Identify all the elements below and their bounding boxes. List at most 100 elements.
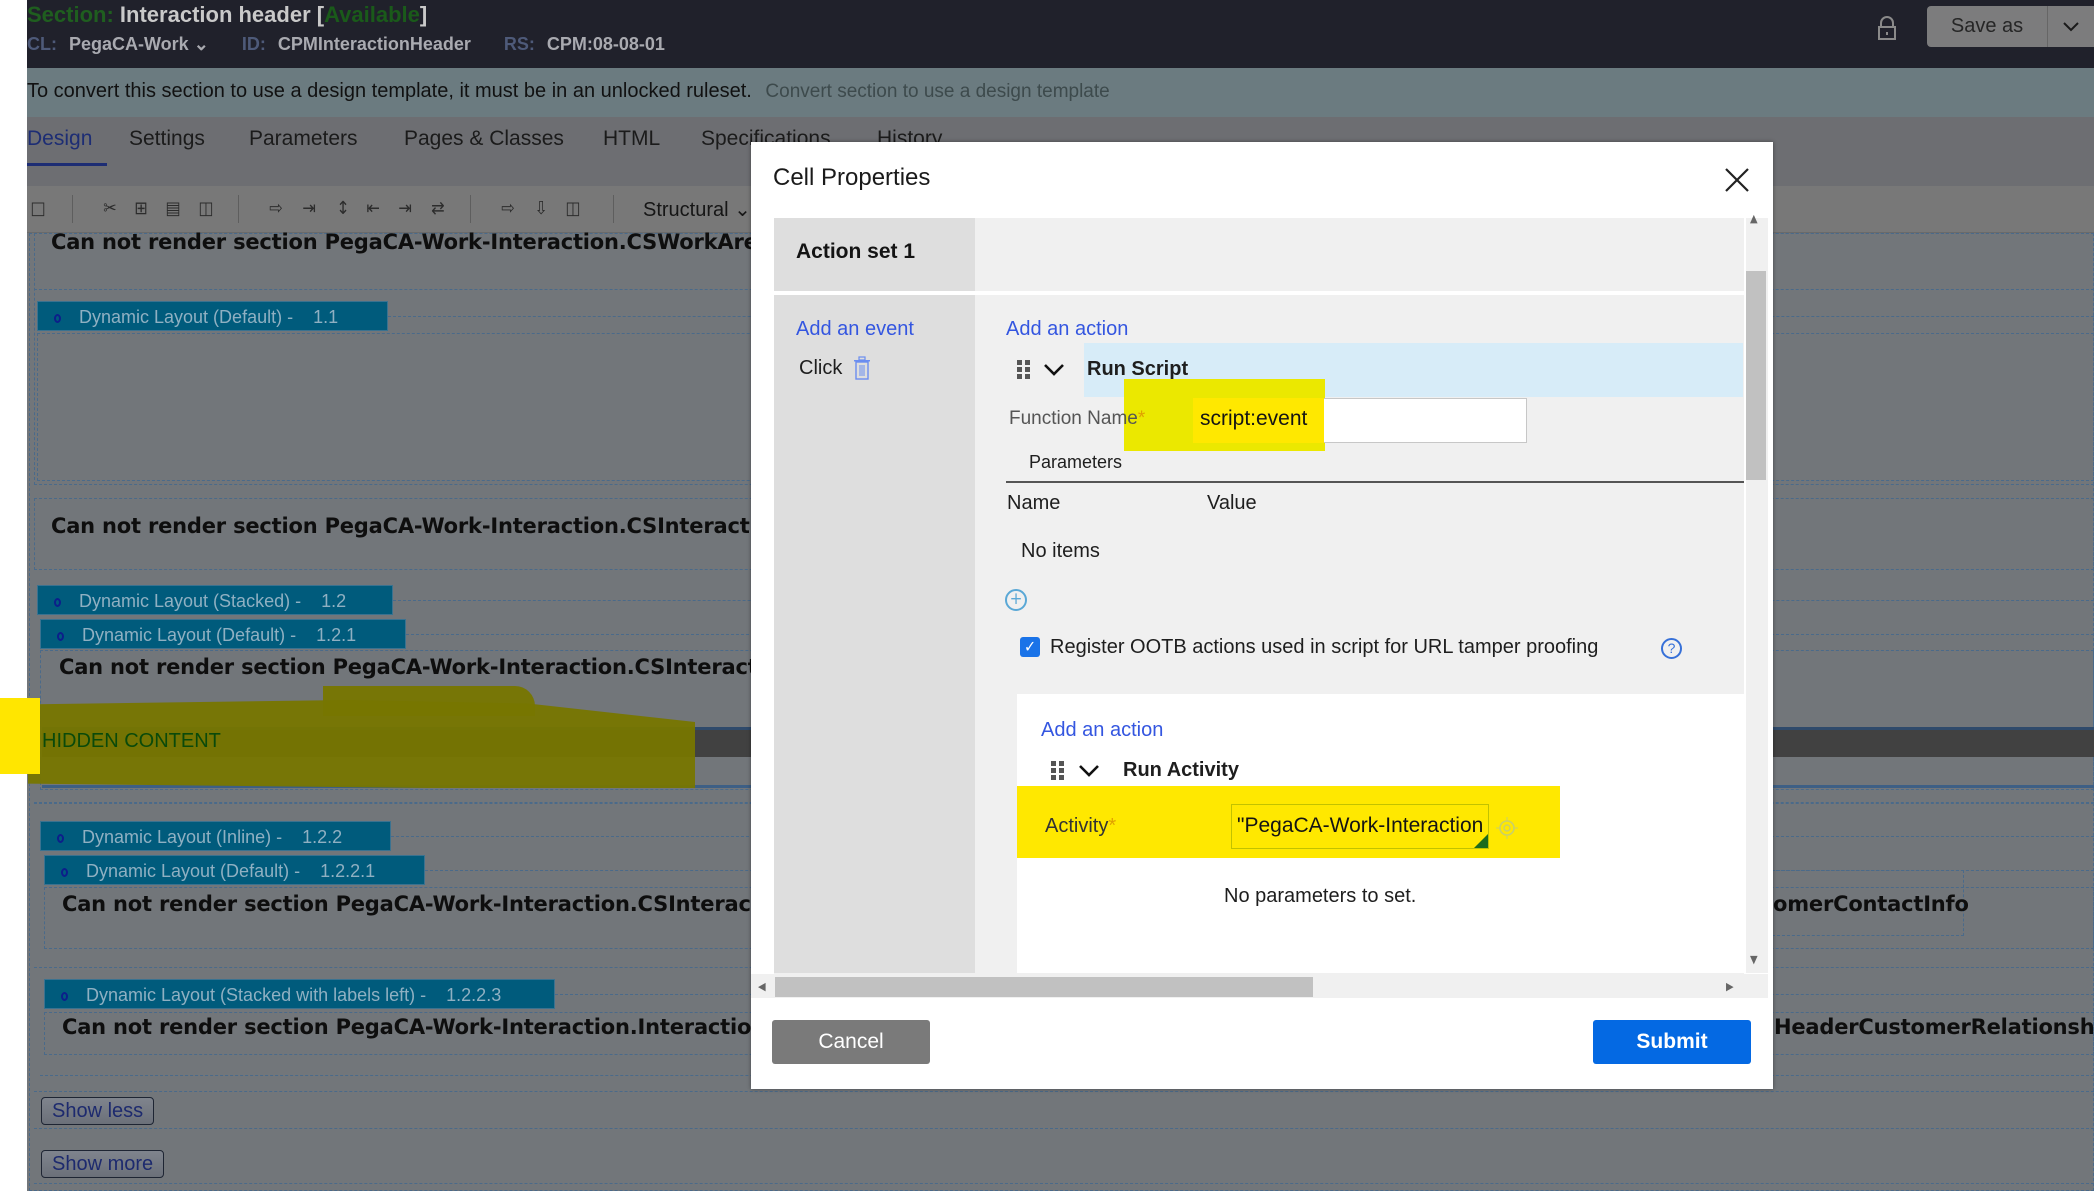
chevron-down-icon: ⌄ bbox=[734, 199, 751, 221]
autocomplete-indicator bbox=[1474, 834, 1488, 848]
chevron-down-icon bbox=[2063, 22, 2079, 32]
insert-row-below-icon[interactable]: ⇥ bbox=[298, 198, 320, 220]
tab-design[interactable]: Design bbox=[27, 127, 92, 151]
radio-icon bbox=[57, 631, 64, 641]
help-icon[interactable]: ? bbox=[1661, 638, 1682, 659]
run-activity-label: Run Activity bbox=[1123, 759, 1239, 781]
cancel-button[interactable]: Cancel bbox=[772, 1020, 930, 1064]
chevron-down-icon: ⌄ bbox=[193, 34, 209, 54]
delete-icon[interactable]: ◫ bbox=[195, 198, 217, 220]
paste-icon[interactable]: ▤ bbox=[162, 198, 184, 220]
render-error: omerContactInfo bbox=[1773, 892, 1969, 916]
rule-meta: CL: PegaCA-Work ⌄ ID: CPMInteractionHeader… bbox=[27, 34, 693, 55]
drag-handle-icon[interactable] bbox=[1051, 761, 1065, 781]
radio-icon bbox=[61, 991, 68, 1001]
radio-icon bbox=[57, 833, 64, 843]
add-file-icon[interactable]: ⊞ bbox=[130, 198, 152, 220]
class-key: CL: bbox=[27, 34, 57, 54]
toolbar-divider bbox=[72, 195, 73, 223]
submit-button[interactable]: Submit bbox=[1593, 1020, 1751, 1064]
register-checkbox[interactable]: ✓ bbox=[1020, 637, 1040, 657]
insert-row-above-icon[interactable]: ⇨ bbox=[265, 198, 287, 220]
row-separator bbox=[774, 291, 1744, 295]
tab-parameters[interactable]: Parameters bbox=[249, 127, 358, 151]
layout-tag[interactable]: Dynamic Layout (Default) - 1.2.2.1 bbox=[44, 855, 425, 885]
dialog-title: Cell Properties bbox=[773, 164, 931, 191]
function-name-label: Function Name* bbox=[1009, 408, 1146, 429]
highlight-mark bbox=[0, 698, 40, 774]
insert-column-left-icon[interactable]: ⇤ bbox=[362, 198, 384, 220]
ruleset-key: RS: bbox=[503, 34, 535, 54]
move-right-icon[interactable]: ⇨ bbox=[497, 198, 519, 220]
ruleset-value: CPM:08-08-01 bbox=[546, 34, 665, 54]
tab-html[interactable]: HTML bbox=[603, 127, 660, 151]
layout-tag[interactable]: Dynamic Layout (Stacked) - 1.2 bbox=[37, 585, 393, 615]
scroll-down-icon[interactable]: ▼ bbox=[1750, 953, 1758, 966]
layout-tag[interactable]: Dynamic Layout (Default) - 1.1 bbox=[37, 301, 388, 331]
vertical-scroll-thumb[interactable] bbox=[1746, 271, 1766, 480]
activity-label: Activity* bbox=[1045, 815, 1117, 837]
class-value[interactable]: PegaCA-Work ⌄ bbox=[69, 34, 209, 54]
radio-icon bbox=[61, 867, 68, 877]
layout-tag[interactable]: Dynamic Layout (Inline) - 1.2.2 bbox=[40, 821, 391, 851]
drag-handle-icon[interactable] bbox=[1017, 360, 1031, 380]
save-as-button[interactable]: Save as bbox=[1927, 6, 2047, 47]
divider bbox=[34, 1183, 2094, 1184]
render-error: Can not render section PegaCA-Work-Inter… bbox=[51, 514, 831, 538]
column-name: Name bbox=[1007, 492, 1061, 514]
merge-icon[interactable]: ⇄ bbox=[427, 198, 449, 220]
add-parameter-icon[interactable]: + bbox=[1005, 589, 1027, 611]
split-column-icon[interactable]: ◫ bbox=[562, 198, 584, 220]
show-more-button[interactable]: Show more bbox=[41, 1150, 165, 1178]
divider bbox=[34, 1128, 2094, 1129]
convert-template-link[interactable]: Convert section to use a design template bbox=[765, 81, 1109, 102]
column-value: Value bbox=[1207, 492, 1257, 514]
move-vertical-icon[interactable]: ↕ bbox=[332, 198, 354, 220]
tab-pages-classes[interactable]: Pages & Classes bbox=[404, 127, 564, 151]
activity-value: "PegaCA-Work-Interaction bbox=[1237, 814, 1484, 837]
cut-icon[interactable]: ✂ bbox=[99, 198, 121, 220]
hidden-content-label: HIDDEN CONTENT bbox=[42, 730, 221, 752]
close-icon[interactable] bbox=[1722, 164, 1752, 196]
rule-title: Section: Interaction header [Available] bbox=[27, 2, 428, 27]
render-error: Can not render section PegaCA-Work-Inter… bbox=[62, 892, 828, 916]
tab-settings[interactable]: Settings bbox=[129, 127, 205, 151]
trash-icon[interactable] bbox=[853, 356, 871, 380]
target-icon[interactable] bbox=[1496, 817, 1518, 839]
save-as-dropdown[interactable] bbox=[2047, 6, 2094, 47]
insert-column-right-icon[interactable]: ⇥ bbox=[394, 198, 416, 220]
toolbar-divider bbox=[470, 195, 471, 223]
chevron-down-icon[interactable] bbox=[1043, 362, 1065, 376]
structural-dropdown[interactable]: Structural ⌄ bbox=[643, 197, 751, 222]
layout-tag[interactable]: Dynamic Layout (Stacked with labels left… bbox=[44, 979, 555, 1009]
horizontal-scroll-thumb[interactable] bbox=[775, 977, 1313, 997]
function-name-value: script:event bbox=[1200, 407, 1308, 430]
show-less-button[interactable]: Show less bbox=[41, 1097, 155, 1125]
section-title: Interaction header bbox=[119, 2, 311, 27]
required-icon: * bbox=[1137, 408, 1146, 429]
toolbar-divider bbox=[613, 195, 614, 223]
divider bbox=[1006, 481, 1744, 483]
radio-icon bbox=[54, 313, 61, 323]
render-error: Can not render section PegaCA-Work-Inter… bbox=[62, 1015, 827, 1039]
left-margin bbox=[0, 0, 27, 1191]
event-click[interactable]: Click bbox=[799, 357, 842, 380]
chevron-down-icon[interactable] bbox=[1078, 763, 1100, 777]
toolbar-divider bbox=[238, 195, 239, 223]
move-down-icon[interactable]: ⇩ bbox=[530, 198, 552, 220]
no-items-text: No items bbox=[1021, 540, 1100, 562]
register-label: Register OOTB actions used in script for… bbox=[1050, 636, 1599, 658]
lock-icon[interactable] bbox=[1876, 16, 1898, 40]
add-event-link[interactable]: Add an event bbox=[796, 318, 914, 341]
parameters-heading: Parameters bbox=[1029, 452, 1123, 472]
layout-tag[interactable]: Dynamic Layout (Default) - 1.2.1 bbox=[40, 619, 406, 649]
scroll-up-icon[interactable]: ▲ bbox=[1750, 212, 1758, 225]
layout-icon[interactable]: □ bbox=[27, 198, 49, 220]
scroll-left-icon[interactable]: ◀ bbox=[758, 980, 766, 993]
scroll-right-icon[interactable]: ▶ bbox=[1726, 980, 1734, 993]
add-action-link[interactable]: Add an action bbox=[1041, 719, 1163, 742]
render-error: Can not render section PegaCA-Work-Inter… bbox=[51, 230, 833, 254]
info-message: To convert this section to use a design … bbox=[27, 80, 1110, 103]
no-parameters-text: No parameters to set. bbox=[1224, 885, 1417, 907]
add-action-link[interactable]: Add an action bbox=[1006, 318, 1128, 341]
